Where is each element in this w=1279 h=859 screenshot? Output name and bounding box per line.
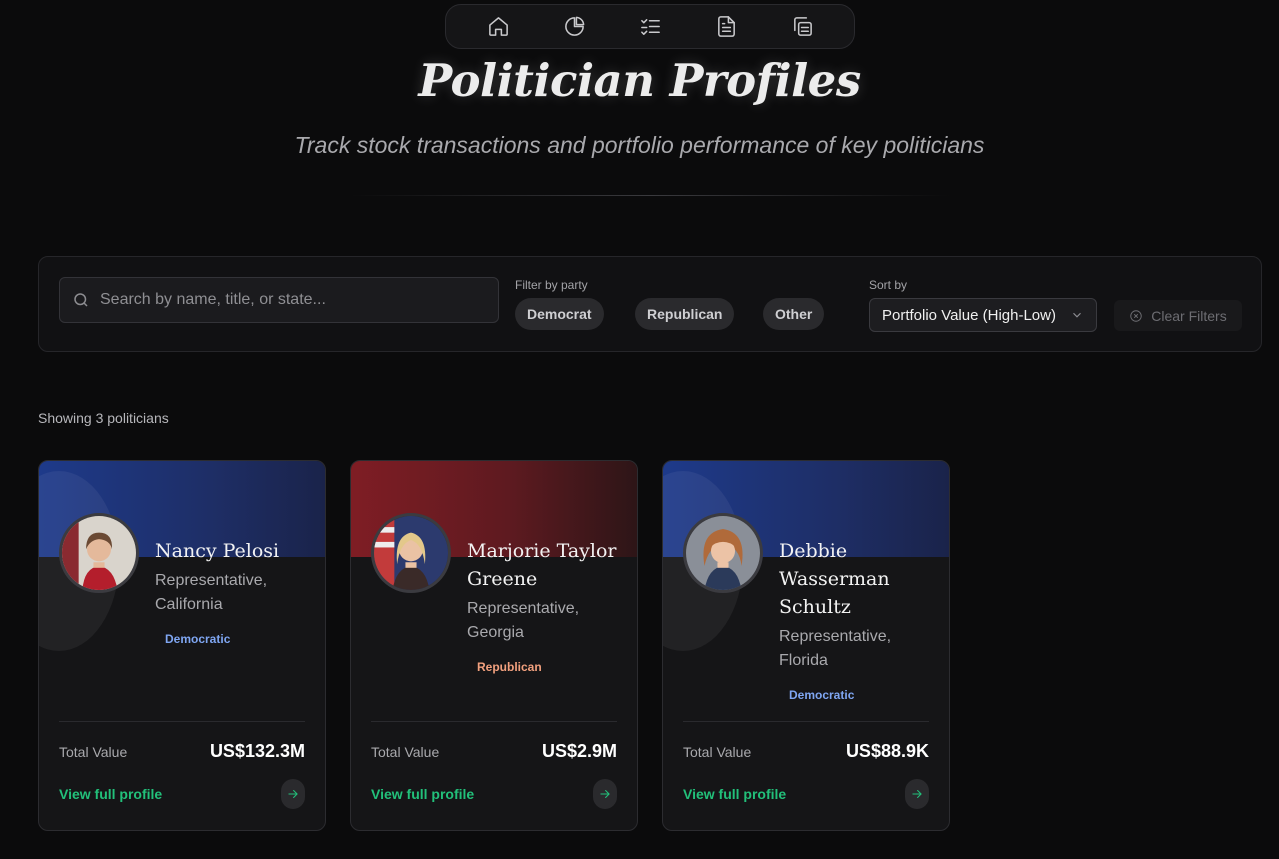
page-subtitle: Track stock transactions and portfolio p…: [294, 132, 985, 158]
politician-title: Representative, Florida: [779, 628, 892, 669]
header-divider: [350, 195, 950, 196]
nav-checklist[interactable]: [630, 7, 670, 47]
politician-title: Representative, California: [155, 572, 268, 613]
card-divider: [371, 721, 617, 722]
politician-card-greene[interactable]: Marjorie Taylor Greene Representative, G…: [350, 460, 638, 831]
view-profile-link[interactable]: View full profile: [59, 786, 162, 802]
total-value-label: Total Value: [371, 744, 440, 760]
nav-portfolio[interactable]: [554, 7, 594, 47]
total-value: US$88.9K: [845, 741, 929, 761]
close-circle-icon: [1130, 309, 1142, 322]
party-badge: Democratic: [165, 632, 231, 646]
arrow-right-icon: [600, 789, 610, 799]
search-input[interactable]: [100, 291, 480, 309]
sort-label: Sort by: [869, 278, 908, 292]
politician-name: Nancy Pelosi: [155, 540, 280, 562]
politician-name: Debbie Wasserman Schultz: [779, 540, 890, 618]
nav-copy[interactable]: [782, 7, 822, 47]
results-count: Showing 3 politicians: [38, 410, 169, 426]
total-value: US$2.9M: [541, 741, 617, 761]
search-icon: [74, 293, 88, 307]
document-icon: [717, 16, 735, 37]
party-filter-label: Filter by party: [515, 278, 588, 292]
sort-value: Portfolio Value (High-Low): [882, 306, 1056, 324]
view-profile-button[interactable]: [281, 779, 305, 809]
portrait-image: [686, 516, 760, 590]
page-title: Politician Profiles: [418, 54, 861, 107]
filter-bar: Filter by party Democrat Republican Othe…: [38, 256, 1262, 352]
copy-icon: [793, 17, 812, 36]
card-divider: [59, 721, 305, 722]
view-profile-button[interactable]: [593, 779, 617, 809]
total-value-label: Total Value: [683, 744, 752, 760]
search-box[interactable]: [59, 277, 499, 323]
pie-chart-icon: [564, 16, 584, 36]
arrow-right-icon: [912, 789, 922, 799]
party-chip-other[interactable]: Other: [763, 298, 825, 330]
portrait-image: [62, 516, 136, 590]
party-chip-democrat[interactable]: Democrat: [515, 298, 604, 330]
politician-card-wasserman-schultz[interactable]: Debbie Wasserman Schultz Representative,…: [662, 460, 950, 831]
nav-documents[interactable]: [706, 7, 746, 47]
avatar: [371, 513, 451, 593]
checklist-icon: [640, 19, 660, 35]
chevron-down-icon: [1073, 312, 1081, 318]
clear-filters-button[interactable]: Clear Filters: [1114, 300, 1242, 331]
party-badge: Democratic: [789, 688, 855, 702]
nav-home[interactable]: [478, 7, 518, 47]
total-value: US$132.3M: [209, 741, 305, 761]
politician-name: Marjorie Taylor Greene: [467, 540, 617, 590]
sort-select[interactable]: Portfolio Value (High-Low): [869, 298, 1097, 332]
view-profile-link[interactable]: View full profile: [683, 786, 786, 802]
home-icon: [488, 17, 508, 36]
clear-filters-label: Clear Filters: [1151, 307, 1227, 324]
card-divider: [683, 721, 929, 722]
avatar: [59, 513, 139, 593]
politician-title: Representative, Georgia: [467, 600, 580, 641]
party-chip-republican[interactable]: Republican: [635, 298, 735, 330]
portrait-image: [374, 516, 448, 590]
avatar: [683, 513, 763, 593]
top-nav: [445, 4, 855, 49]
party-badge: Republican: [477, 660, 542, 674]
arrow-right-icon: [288, 789, 298, 799]
view-profile-link[interactable]: View full profile: [371, 786, 474, 802]
total-value-label: Total Value: [59, 744, 128, 760]
politician-card-pelosi[interactable]: Nancy Pelosi Representative, California …: [38, 460, 326, 831]
view-profile-button[interactable]: [905, 779, 929, 809]
